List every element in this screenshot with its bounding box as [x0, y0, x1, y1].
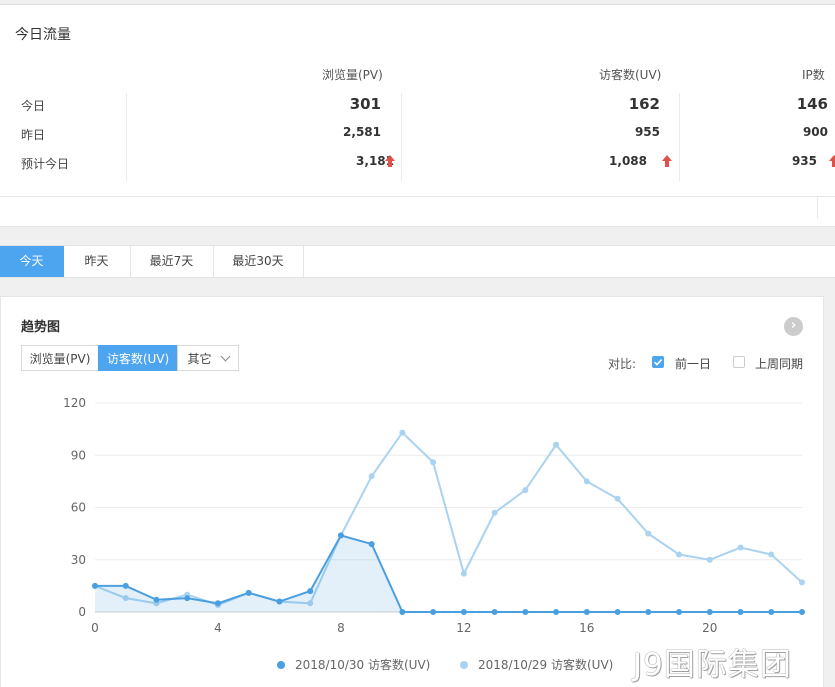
forecast-ip-number: 935 [791, 154, 817, 168]
data-point [645, 530, 652, 537]
trend-line-chart: 0 30 60 90 120 0 4 8 12 16 20 [63, 396, 805, 635]
row-label-forecast: 预计今日 [21, 157, 70, 171]
data-point [399, 429, 406, 436]
data-point [799, 579, 805, 586]
data-point [184, 595, 191, 602]
strip-edge [817, 197, 835, 219]
data-point [583, 478, 590, 485]
y-tick-label: 60 [71, 501, 86, 515]
forecast-ip-value: 935 [792, 154, 828, 168]
up-arrow-icon [829, 155, 835, 167]
data-point [245, 589, 252, 596]
watermark-logo: J9国际集团 [633, 647, 792, 683]
legend-label-today: 2018/10/30 访客数(UV) [295, 658, 431, 672]
data-point [460, 570, 467, 577]
series-line-1 [94, 431, 803, 607]
trend-chart-card: 趋势图 › 浏览量(PV) 访客数(UV) 其它 对比: 前一日 上周同期 03… [0, 296, 824, 687]
data-point [337, 532, 344, 539]
data-point [153, 596, 160, 603]
legend-label-yesterday: 2018/10/29 访客数(UV) [478, 658, 614, 672]
data-point [676, 609, 683, 615]
column-divider [679, 93, 680, 181]
data-point [768, 609, 775, 615]
data-point [676, 551, 683, 558]
uv-header: 访客数(UV) [599, 68, 662, 82]
data-point [368, 541, 375, 548]
data-point [368, 473, 375, 480]
forecast-uv-number: 1,088 [609, 154, 647, 168]
data-point [706, 556, 713, 563]
date-range-tabs: 今天 昨天 最近7天 最近30天 [0, 245, 835, 278]
legend-dot-icon [277, 661, 285, 669]
blank-panel-strip [0, 196, 835, 227]
data-point [92, 582, 98, 589]
y-tick-label: 0 [78, 605, 86, 619]
data-point [276, 598, 283, 605]
y-tick-label: 90 [71, 448, 86, 462]
data-point [491, 609, 498, 615]
tab-last-30-days[interactable]: 最近30天 [213, 246, 304, 277]
traffic-summary-card: 今日流量 浏览量(PV) 访客数(UV) IP数 今日 301 162 146 … [0, 4, 835, 197]
tab-today[interactable]: 今天 [0, 246, 64, 277]
pv-header: 浏览量(PV) [322, 68, 383, 82]
data-point [768, 551, 775, 558]
forecast-uv-value: 1,088 [609, 154, 660, 168]
x-tick-label: 20 [702, 621, 717, 635]
y-tick-label: 120 [63, 396, 86, 410]
column-divider [401, 93, 402, 181]
data-point [553, 441, 560, 448]
x-tick-label: 16 [579, 621, 594, 635]
up-arrow-icon [662, 155, 672, 167]
row-label-yesterday: 昨日 [21, 128, 46, 142]
data-point [614, 609, 621, 615]
tab-last-7-days[interactable]: 最近7天 [130, 246, 214, 277]
series-line-0 [95, 534, 802, 613]
x-tick-label: 8 [337, 621, 345, 635]
data-point [553, 609, 560, 615]
data-point [645, 609, 652, 615]
data-point [460, 609, 467, 615]
column-divider [126, 93, 127, 181]
x-tick-label: 12 [456, 621, 471, 635]
today-pv-value: 301 [349, 95, 381, 113]
data-point [706, 609, 713, 615]
data-point [522, 487, 529, 494]
legend-item-yesterday[interactable]: 2018/10/29 访客数(UV) [460, 656, 613, 673]
today-ip-value: 146 [796, 95, 828, 113]
data-point [737, 609, 744, 615]
data-point [491, 509, 498, 516]
data-point [737, 544, 744, 551]
today-uv-value: 162 [628, 95, 660, 113]
data-point [583, 609, 590, 615]
y-tick-label: 30 [71, 553, 86, 567]
data-point [430, 459, 437, 466]
row-label-today: 今日 [21, 99, 46, 113]
yesterday-pv-value: 2,581 [343, 125, 381, 139]
up-arrow-icon [385, 155, 395, 167]
data-point [399, 609, 406, 615]
tab-yesterday[interactable]: 昨天 [63, 246, 131, 277]
ip-header: IP数 [802, 68, 825, 82]
x-tick-label: 0 [91, 621, 99, 635]
legend-dot-icon [460, 661, 468, 669]
data-point [214, 600, 221, 607]
yesterday-uv-value: 955 [634, 125, 660, 139]
data-point [522, 609, 529, 615]
data-point [614, 495, 621, 502]
data-point [307, 588, 314, 595]
x-tick-label: 4 [214, 621, 222, 635]
legend-item-today[interactable]: 2018/10/30 访客数(UV) [277, 656, 430, 673]
data-point [799, 609, 805, 615]
data-point [430, 609, 437, 615]
data-point [122, 582, 129, 589]
traffic-card-title: 今日流量 [15, 27, 71, 43]
yesterday-ip-value: 900 [802, 125, 828, 139]
